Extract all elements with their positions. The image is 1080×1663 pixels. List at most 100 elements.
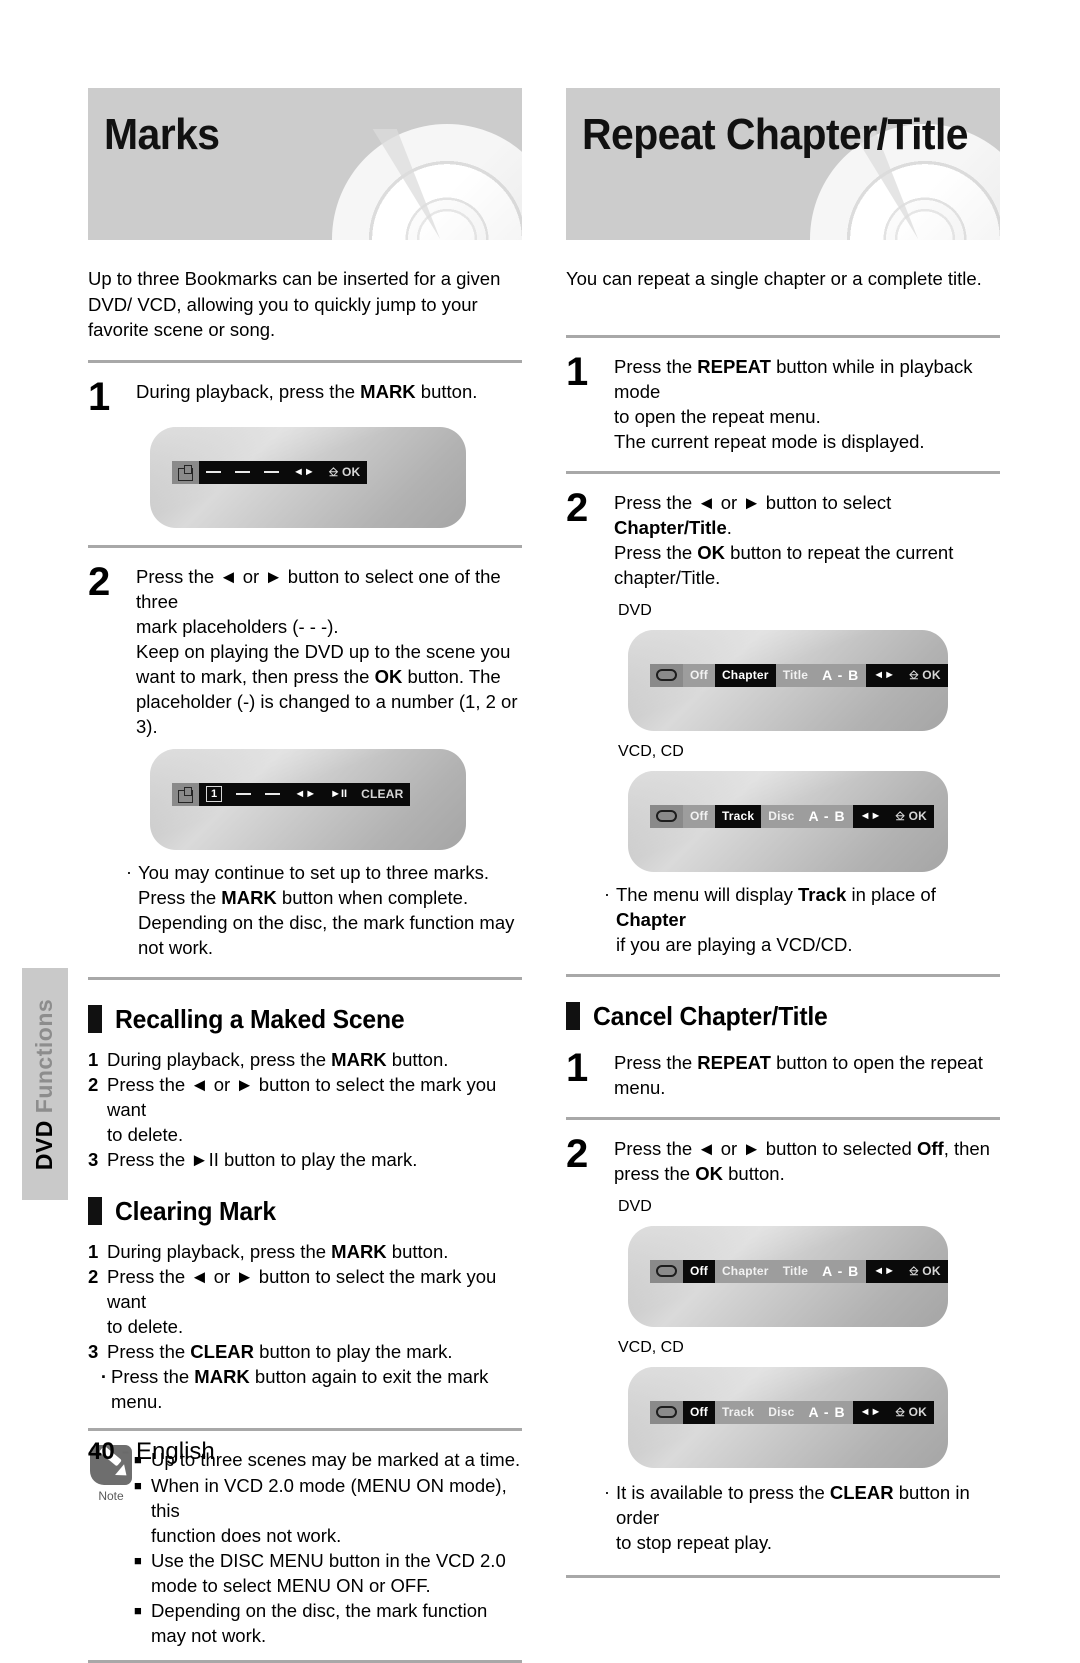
osd-slot-2 (228, 460, 257, 484)
page-footer: 40 - English (88, 1438, 215, 1466)
osd-nav-arrows-icon: ◄► (852, 1400, 889, 1424)
t: not work. (138, 936, 214, 958)
item-text: During playback, press the MARK button. (107, 1048, 449, 1070)
left-step-1: 1 During playback, press the MARK button… (88, 375, 522, 417)
step-number: 1 (88, 374, 110, 419)
bullet-text: You may continue to set up to three mark… (138, 860, 522, 960)
section-title: Cancel Chapter/Title (593, 1000, 828, 1031)
bullet-dot-icon: · (126, 861, 132, 882)
list-item: 2 Press the ◄ or ► button to select the m… (88, 1264, 522, 1314)
osd-off-option: Off (683, 804, 715, 828)
osd-screen-cancel-dvd: Off Chapter Title A - B ◄► ⎒ OK (628, 1225, 948, 1327)
t: Keep on playing the DVD up to the scene … (136, 640, 511, 662)
t: Press the (138, 886, 222, 908)
osd-screen-mark-empty: ◄► ⎒ OK (150, 426, 466, 528)
t: or (237, 565, 265, 587)
section-marker-icon (566, 1002, 580, 1030)
side-tab-dvd-functions: DVD Functions (22, 968, 68, 1200)
item-number: 2 (88, 1073, 99, 1095)
recall-steps-list: 1 During playback, press the MARK button.… (88, 1047, 522, 1172)
t2: button. (415, 380, 478, 402)
right-banner: Repeat Chapter/Title (566, 88, 1000, 240)
osd-ab-option: A - B (801, 804, 853, 828)
right-step-1: 1 Press the REPEAT button while in playb… (566, 350, 1000, 454)
osd-enter-ok: ⎒ OK (888, 804, 934, 828)
osd-bar: Off Track Disc A - B ◄► ⎒ OK (650, 1400, 934, 1424)
osd-bar: 1 ◄► ►II CLEAR (172, 782, 411, 806)
right-column: Repeat Chapter/Title You can repeat a si… (566, 88, 1000, 1578)
page-title-repeat-chapter-title: Repeat Chapter/Title (582, 110, 969, 159)
osd-slot-3 (257, 460, 286, 484)
item-number: 3 (88, 1148, 99, 1170)
osd-label-dvd-2: DVD (618, 1197, 652, 1215)
osd-off-option: Off (683, 663, 715, 687)
mark-icon (172, 460, 199, 484)
t: want to mark, then press the (136, 665, 375, 687)
item-number: 1 (88, 1240, 99, 1262)
osd-track-option: Track (714, 1400, 762, 1424)
bullet-text: It is available to press the CLEAR butto… (616, 1481, 970, 1553)
left-intro-text: Up to three Bookmarks can be inserted fo… (88, 268, 501, 340)
osd-ab-option: A - B (801, 1400, 853, 1424)
step-number: 2 (566, 485, 588, 530)
divider (566, 973, 1000, 977)
t: Press the (136, 565, 220, 587)
list-item: 3 Press the CLEAR button to play the mark… (88, 1339, 522, 1364)
t-bold: MARK (360, 380, 416, 402)
osd-screen-cancel-vcd: Off Track Disc A - B ◄► ⎒ OK (628, 1366, 948, 1468)
t: button. The (402, 665, 501, 687)
list-item: 1 During playback, press the MARK button. (88, 1239, 522, 1264)
osd-chapter-option: Chapter (714, 663, 776, 687)
item-number (88, 1314, 107, 1339)
osd-nav-arrows-icon: ◄► (287, 782, 324, 806)
osd-off-option: Off (683, 1400, 715, 1424)
t: placeholder (-) is changed to a number (… (136, 690, 518, 737)
t: You may continue to set up to three mark… (138, 861, 490, 883)
osd-nav-arrows-icon: ◄► (866, 1259, 903, 1283)
osd-ab-option: A - B (815, 1259, 867, 1283)
osd-clear-label: CLEAR (354, 782, 411, 806)
step-number: 1 (566, 1045, 588, 1090)
right-arrow-icon: ► (264, 565, 283, 587)
osd-slot-1: 1 (199, 782, 230, 806)
side-tab-label: DVD Functions (32, 998, 59, 1169)
note-item: ■ Depending on the disc, the mark functio… (134, 1598, 522, 1648)
footer-language: English (136, 1438, 215, 1465)
step-number: 2 (88, 559, 110, 604)
item-number (88, 1122, 107, 1147)
mark-icon (172, 782, 199, 806)
t-bold: MARK (221, 886, 277, 908)
footer-separator: - (121, 1438, 130, 1465)
step-number: 1 (566, 349, 588, 394)
list-sub-bullet: · Press the MARK button again to exit the… (88, 1364, 522, 1414)
left-step-2: 2 Press the ◄ or ► button to select one … (88, 560, 522, 739)
bullet-text: The menu will display Track in place of … (616, 883, 936, 955)
section-heading-recalling: Recalling a Maked Scene (88, 1004, 522, 1035)
step-text: During playback, press the MARK button. (136, 375, 522, 417)
step-text: Press the ◄ or ► button to select one of… (136, 560, 522, 739)
t: mark placeholders (- - -). (136, 615, 339, 637)
list-item: 3 Press the ►II button to play the mark. (88, 1147, 522, 1172)
right-cancel-step-1: 1 Press the REPEAT button to open the re… (566, 1046, 1000, 1100)
item-text: to delete. (107, 1315, 184, 1337)
item-text: Press the MARK button again to exit the … (111, 1365, 489, 1412)
osd-disc-option: Disc (761, 1400, 802, 1424)
item-text: Press the ◄ or ► button to select the ma… (107, 1265, 497, 1312)
side-tab-light-part: Functions (31, 998, 58, 1113)
t: Depending on the disc, the mark function… (138, 911, 515, 933)
side-tab-bold-part: DVD (31, 1119, 58, 1170)
osd-nav-arrows-icon: ◄► (852, 804, 889, 828)
osd-screen-mark-one: 1 ◄► ►II CLEAR (150, 748, 466, 850)
section-marker-icon (88, 1197, 102, 1225)
note-badge: Note (88, 1444, 134, 1648)
note-item: ■ Use the DISC MENU button in the VCD 2.0… (134, 1548, 522, 1598)
step-text: Press the REPEAT button to open the repe… (614, 1051, 983, 1098)
osd-nav-arrows-icon: ◄► (286, 460, 322, 484)
right-cancel-step-2: 2 Press the ◄ or ► button to selected Of… (566, 1132, 1000, 1186)
note-label: Note (98, 1488, 124, 1503)
t: button when complete. (276, 886, 469, 908)
osd-track-option: Track (714, 804, 762, 828)
osd-ab-option: A - B (815, 663, 867, 687)
left-banner: Marks (88, 88, 522, 240)
step-text: Press the ◄ or ► button to selected Off,… (614, 1137, 990, 1184)
